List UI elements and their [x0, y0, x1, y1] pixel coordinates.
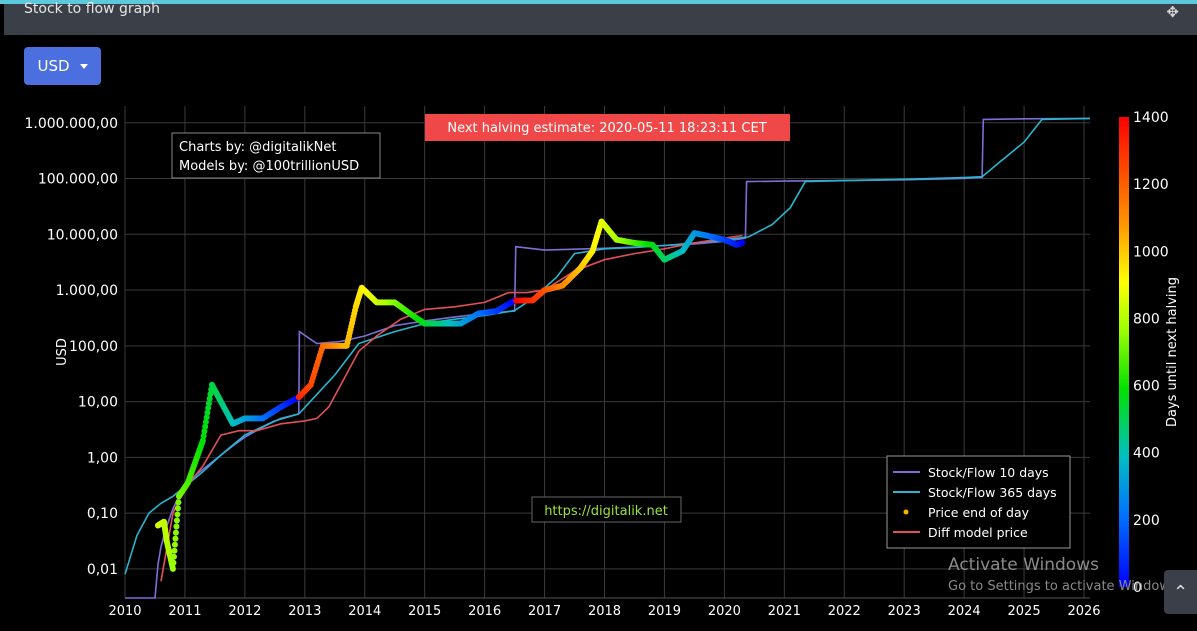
chevron-up-icon[interactable]: ⌃ [1164, 570, 1197, 614]
colorbar-tick-label: 1000 [1133, 244, 1169, 260]
price-point [173, 523, 180, 530]
colorbar-tick-label: 600 [1133, 379, 1160, 395]
x-tick-label: 2022 [828, 604, 861, 619]
price-point [739, 239, 746, 246]
y-tick-label: 0,10 [87, 506, 118, 522]
legend-label: Stock/Flow 10 days [928, 465, 1049, 480]
legend-label: Stock/Flow 365 days [928, 485, 1057, 500]
price-point [171, 541, 178, 548]
y-tick-label: 1,00 [87, 450, 118, 466]
y-tick-label: 100.000,00 [38, 172, 118, 188]
caret-down-icon [79, 64, 88, 69]
x-tick-label: 2025 [1008, 604, 1041, 619]
y-tick-label: 1.000.000,00 [24, 116, 118, 132]
price-point [173, 517, 180, 524]
y-tick-label: 1.000,00 [56, 283, 118, 299]
colorbar [1119, 117, 1129, 587]
currency-label: USD [37, 57, 70, 75]
colorbar-tick-label: 400 [1133, 446, 1160, 462]
activate-windows-hint: Go to Settings to activate Windows. [948, 579, 1181, 594]
stock-to-flow-chart: 2010 2011 2012 2013 2014 2015 2016 2017 2018 2019… [24, 106, 1180, 619]
halving-estimate-label: Next halving estimate: 2020-05-11 18:23:… [447, 121, 766, 136]
site-url-label: https://digitalik.net [544, 504, 668, 519]
price-point [174, 505, 181, 512]
x-tick-label: 2019 [648, 604, 681, 619]
x-tick-label: 2010 [108, 604, 141, 619]
legend-label: Diff model price [928, 525, 1028, 540]
x-tick-label: 2020 [708, 604, 741, 619]
y-axis-label: USD [55, 338, 70, 366]
x-tick-label: 2015 [408, 604, 441, 619]
series-line-diff-model-price [160, 234, 743, 582]
price-point [172, 529, 179, 536]
price-point [170, 559, 177, 566]
y-tick-label: 0,01 [87, 562, 118, 578]
x-tick-label: 2014 [348, 604, 381, 619]
credits-models-by: Models by: @100trillionUSD [179, 159, 359, 174]
colorbar-tick-label: 800 [1133, 311, 1160, 327]
activate-windows-title: Activate Windows [948, 555, 1099, 575]
y-tick-label: 10.000,00 [47, 227, 118, 243]
x-tick-label: 2011 [168, 604, 201, 619]
x-tick-label: 2026 [1067, 604, 1100, 619]
colorbar-title: Days until next halving [1165, 277, 1180, 427]
x-tick-label: 2016 [468, 604, 501, 619]
x-tick-label: 2018 [588, 604, 621, 619]
price-point [175, 499, 182, 506]
colorbar-tick-label: 1200 [1133, 177, 1169, 193]
currency-dropdown-button[interactable]: USD [24, 47, 101, 85]
price-point [171, 547, 178, 554]
price-point [169, 565, 176, 572]
y-tick-label: 100,00 [69, 339, 118, 355]
x-tick-label: 2024 [948, 604, 981, 619]
x-tick-label: 2013 [288, 604, 321, 619]
y-tick-label: 10,00 [78, 395, 118, 411]
x-tick-label: 2017 [528, 604, 561, 619]
legend-marker [903, 509, 909, 515]
price-point [174, 511, 181, 518]
price-point [170, 553, 177, 560]
credits-charts-by: Charts by: @digitalikNet [179, 140, 337, 155]
price-point [172, 535, 179, 542]
x-tick-label: 2023 [888, 604, 921, 619]
legend-label: Price end of day [928, 505, 1030, 520]
x-tick-label: 2021 [768, 604, 801, 619]
colorbar-tick-label: 200 [1133, 513, 1160, 529]
x-tick-label: 2012 [228, 604, 261, 619]
colorbar-tick-label: 1400 [1133, 110, 1169, 126]
